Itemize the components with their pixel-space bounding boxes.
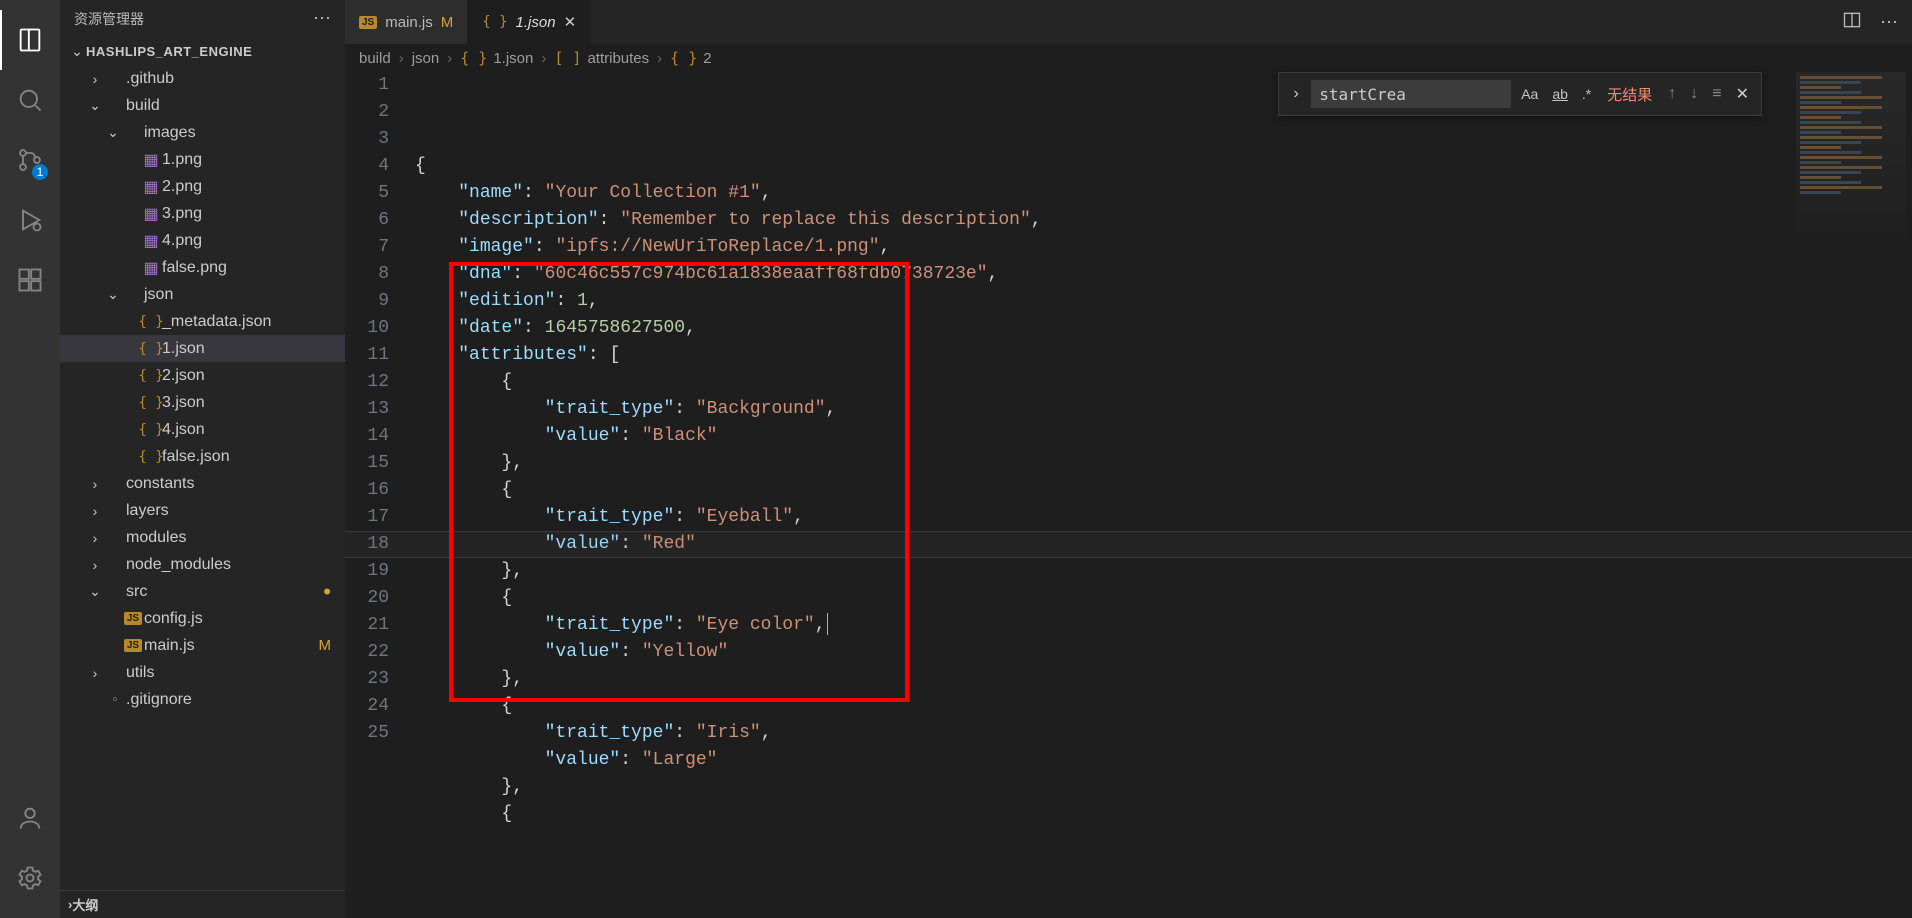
code-content[interactable]: { "name": "Your Collection #1", "descrip… xyxy=(415,72,1912,918)
json-icon: { } xyxy=(140,395,162,411)
find-widget: › Aa ab .* 无结果 ↑ ↓ ≡ ✕ xyxy=(1278,72,1762,116)
js-icon: JS xyxy=(122,639,144,652)
tree-folder[interactable]: ›utils xyxy=(60,659,345,686)
tree-folder[interactable]: ⌄src• xyxy=(60,578,345,605)
find-match-case[interactable]: Aa xyxy=(1517,84,1542,104)
json-file-icon: { } xyxy=(482,14,507,30)
find-expand-icon[interactable]: › xyxy=(1287,85,1305,103)
breadcrumbs[interactable]: build› json› { }1.json› [ ]attributes› {… xyxy=(345,44,1912,72)
find-prev-icon[interactable]: ↑ xyxy=(1664,85,1680,103)
tree-folder[interactable]: ›.github xyxy=(60,65,345,92)
json-icon: { } xyxy=(140,341,162,357)
file-icon: ◦ xyxy=(104,691,126,709)
activity-account-icon[interactable] xyxy=(0,788,60,848)
js-file-icon: JS xyxy=(359,16,377,29)
outline-section[interactable]: ›大纲 xyxy=(60,890,345,918)
tree-folder[interactable]: ›constants xyxy=(60,470,345,497)
activity-search-icon[interactable] xyxy=(0,70,60,130)
tree-file[interactable]: ▦4.png xyxy=(60,227,345,254)
editor-more-icon[interactable]: ⋯ xyxy=(1880,12,1898,33)
json-icon: { } xyxy=(140,368,162,384)
line-number-gutter: 1234567891011121314151617181920212223242… xyxy=(345,72,415,918)
tree-folder[interactable]: ›layers xyxy=(60,497,345,524)
explorer-title: 资源管理器 xyxy=(74,9,144,29)
minimap[interactable] xyxy=(1796,72,1906,272)
file-tree[interactable]: ⌄HASHLIPS_ART_ENGINE ›.github⌄build⌄imag… xyxy=(60,37,345,890)
tree-folder[interactable]: ›node_modules xyxy=(60,551,345,578)
image-icon: ▦ xyxy=(140,150,162,170)
code-editor[interactable]: 1234567891011121314151617181920212223242… xyxy=(345,72,1912,918)
find-regex[interactable]: .* xyxy=(1578,84,1595,104)
tab-main-js[interactable]: JS main.js M xyxy=(345,0,468,44)
tree-file[interactable]: { }false.json xyxy=(60,443,345,470)
tree-folder[interactable]: ⌄images xyxy=(60,119,345,146)
activity-explorer-icon[interactable] xyxy=(0,10,60,70)
explorer-more-icon[interactable]: ⋯ xyxy=(313,8,331,29)
tree-folder[interactable]: ⌄json xyxy=(60,281,345,308)
tab-1-json[interactable]: { } 1.json ✕ xyxy=(468,0,591,44)
find-selection-icon[interactable]: ≡ xyxy=(1708,85,1725,103)
tree-file[interactable]: { }1.json xyxy=(60,335,345,362)
json-icon: { } xyxy=(140,449,162,465)
tree-file[interactable]: ◦.gitignore xyxy=(60,686,345,713)
find-next-icon[interactable]: ↓ xyxy=(1686,85,1702,103)
activity-source-control-icon[interactable]: 1 xyxy=(0,130,60,190)
source-control-badge: 1 xyxy=(32,164,48,180)
find-input[interactable] xyxy=(1311,80,1511,108)
tree-file[interactable]: ▦2.png xyxy=(60,173,345,200)
close-icon[interactable]: ✕ xyxy=(564,13,577,31)
image-icon: ▦ xyxy=(140,177,162,197)
json-icon: { } xyxy=(140,422,162,438)
activity-settings-icon[interactable] xyxy=(0,848,60,908)
split-editor-icon[interactable] xyxy=(1842,10,1862,35)
tree-file[interactable]: JSconfig.js xyxy=(60,605,345,632)
activity-extensions-icon[interactable] xyxy=(0,250,60,310)
find-result-text: 无结果 xyxy=(1601,84,1658,105)
image-icon: ▦ xyxy=(140,231,162,251)
js-icon: JS xyxy=(122,612,144,625)
tree-folder[interactable]: ›modules xyxy=(60,524,345,551)
activity-run-debug-icon[interactable] xyxy=(0,190,60,250)
json-icon: { } xyxy=(140,314,162,330)
tree-folder[interactable]: ⌄build xyxy=(60,92,345,119)
image-icon: ▦ xyxy=(140,204,162,224)
tabs-bar: JS main.js M { } 1.json ✕ ⋯ xyxy=(345,0,1912,44)
image-icon: ▦ xyxy=(140,258,162,278)
tree-file[interactable]: ▦3.png xyxy=(60,200,345,227)
tree-file[interactable]: { }3.json xyxy=(60,389,345,416)
tree-file[interactable]: ▦1.png xyxy=(60,146,345,173)
explorer-sidebar: 资源管理器 ⋯ ⌄HASHLIPS_ART_ENGINE ›.github⌄bu… xyxy=(60,0,345,918)
modified-indicator: M xyxy=(441,14,454,31)
find-whole-word[interactable]: ab xyxy=(1548,84,1572,104)
explorer-header: 资源管理器 ⋯ xyxy=(60,0,345,37)
find-close-icon[interactable]: ✕ xyxy=(1732,84,1753,104)
tree-file[interactable]: JSmain.jsM xyxy=(60,632,345,659)
activity-bar: 1 xyxy=(0,0,60,918)
tree-file[interactable]: { }4.json xyxy=(60,416,345,443)
tree-file[interactable]: ▦false.png xyxy=(60,254,345,281)
editor-group: JS main.js M { } 1.json ✕ ⋯ build› json›… xyxy=(345,0,1912,918)
tree-file[interactable]: { }2.json xyxy=(60,362,345,389)
tree-root[interactable]: ⌄HASHLIPS_ART_ENGINE xyxy=(60,37,345,65)
tree-file[interactable]: { }_metadata.json xyxy=(60,308,345,335)
